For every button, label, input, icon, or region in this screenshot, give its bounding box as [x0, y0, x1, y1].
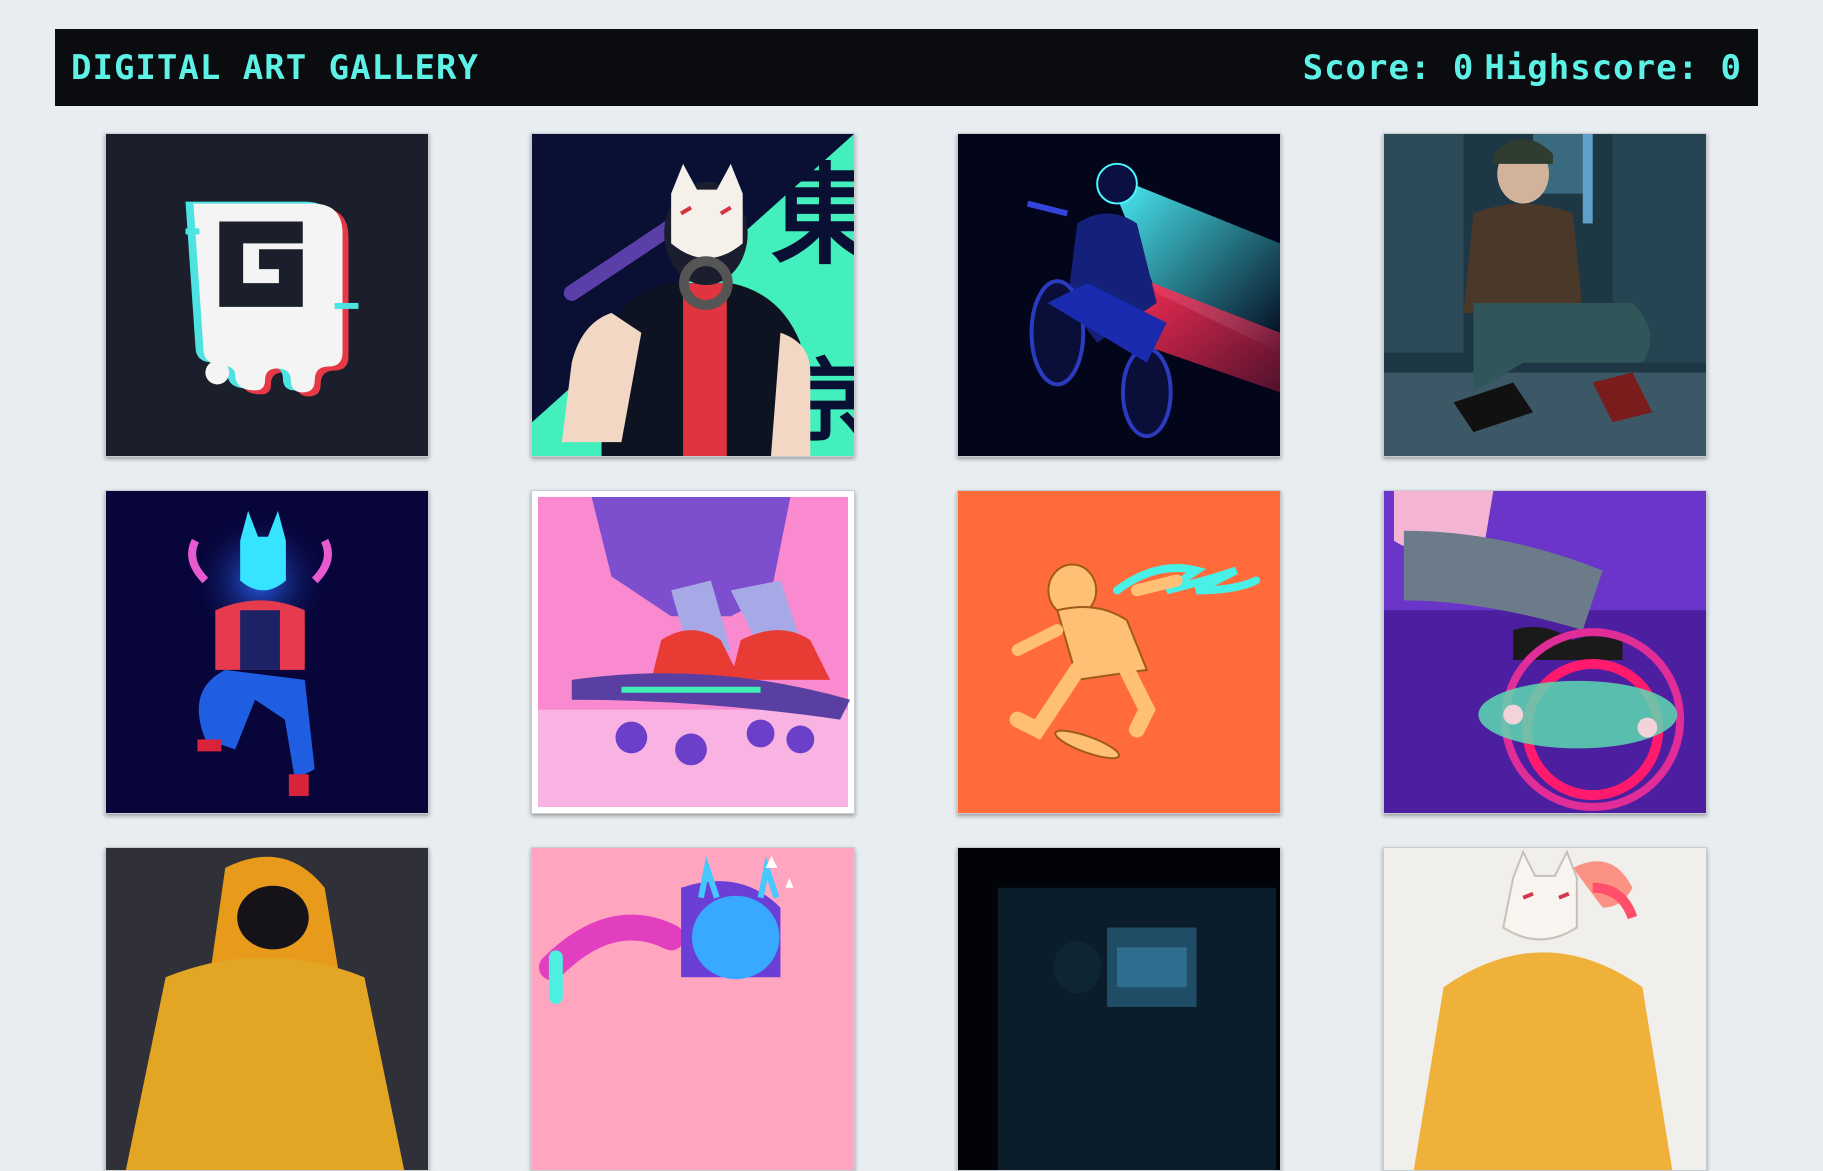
gallery-card-ghost-logo[interactable] — [105, 133, 429, 457]
svg-text:東: 東 — [771, 152, 854, 279]
gallery-card-fox-mask-baseball-bat[interactable]: 東 京 — [531, 133, 855, 457]
gallery-card-fox-mask-yellow-hoodie[interactable] — [1383, 847, 1707, 1171]
ghost-logo-image — [106, 134, 428, 456]
orange-skater-image — [958, 491, 1280, 813]
neon-fox-image — [106, 491, 428, 813]
app-header: DIGITAL ART GALLERY Score: 0 Highscore: … — [55, 29, 1758, 106]
gallery-card-neon-fox-figure[interactable] — [105, 490, 429, 814]
fox-mask-hoodie-image — [1384, 848, 1706, 1170]
dark-room-image — [958, 848, 1280, 1170]
yellow-hoodie-image — [106, 848, 428, 1170]
gallery-card-oni-mask-pink[interactable] — [531, 847, 855, 1171]
gallery-card-dark-blue-room[interactable] — [957, 847, 1281, 1171]
gallery-card-skateboard-sneakers-pink[interactable] — [531, 490, 855, 814]
gallery-card-yellow-hoodie[interactable] — [105, 847, 429, 1171]
gallery-card-skater-sitting-street[interactable] — [1383, 133, 1707, 457]
score-text: Score: 0 — [1302, 47, 1475, 88]
gallery-title: DIGITAL ART GALLERY — [71, 47, 479, 88]
gallery-grid: 東 京 — [105, 133, 1707, 1171]
purple-skate-image — [1384, 491, 1706, 813]
oni-mask-image — [532, 848, 854, 1170]
street-skater-image — [1384, 134, 1706, 456]
gallery-card-purple-skate-trick[interactable] — [1383, 490, 1707, 814]
sneakers-skateboard-image — [532, 491, 854, 813]
gallery-card-orange-skater-sketch[interactable] — [957, 490, 1281, 814]
motorcycle-image — [958, 134, 1280, 456]
gallery-card-neon-motorcycle-rider[interactable] — [957, 133, 1281, 457]
highscore-text: Highscore: 0 — [1484, 47, 1742, 88]
score-display: Score: 0 Highscore: 0 — [1303, 48, 1742, 88]
fox-mask-image: 東 京 — [532, 134, 854, 456]
